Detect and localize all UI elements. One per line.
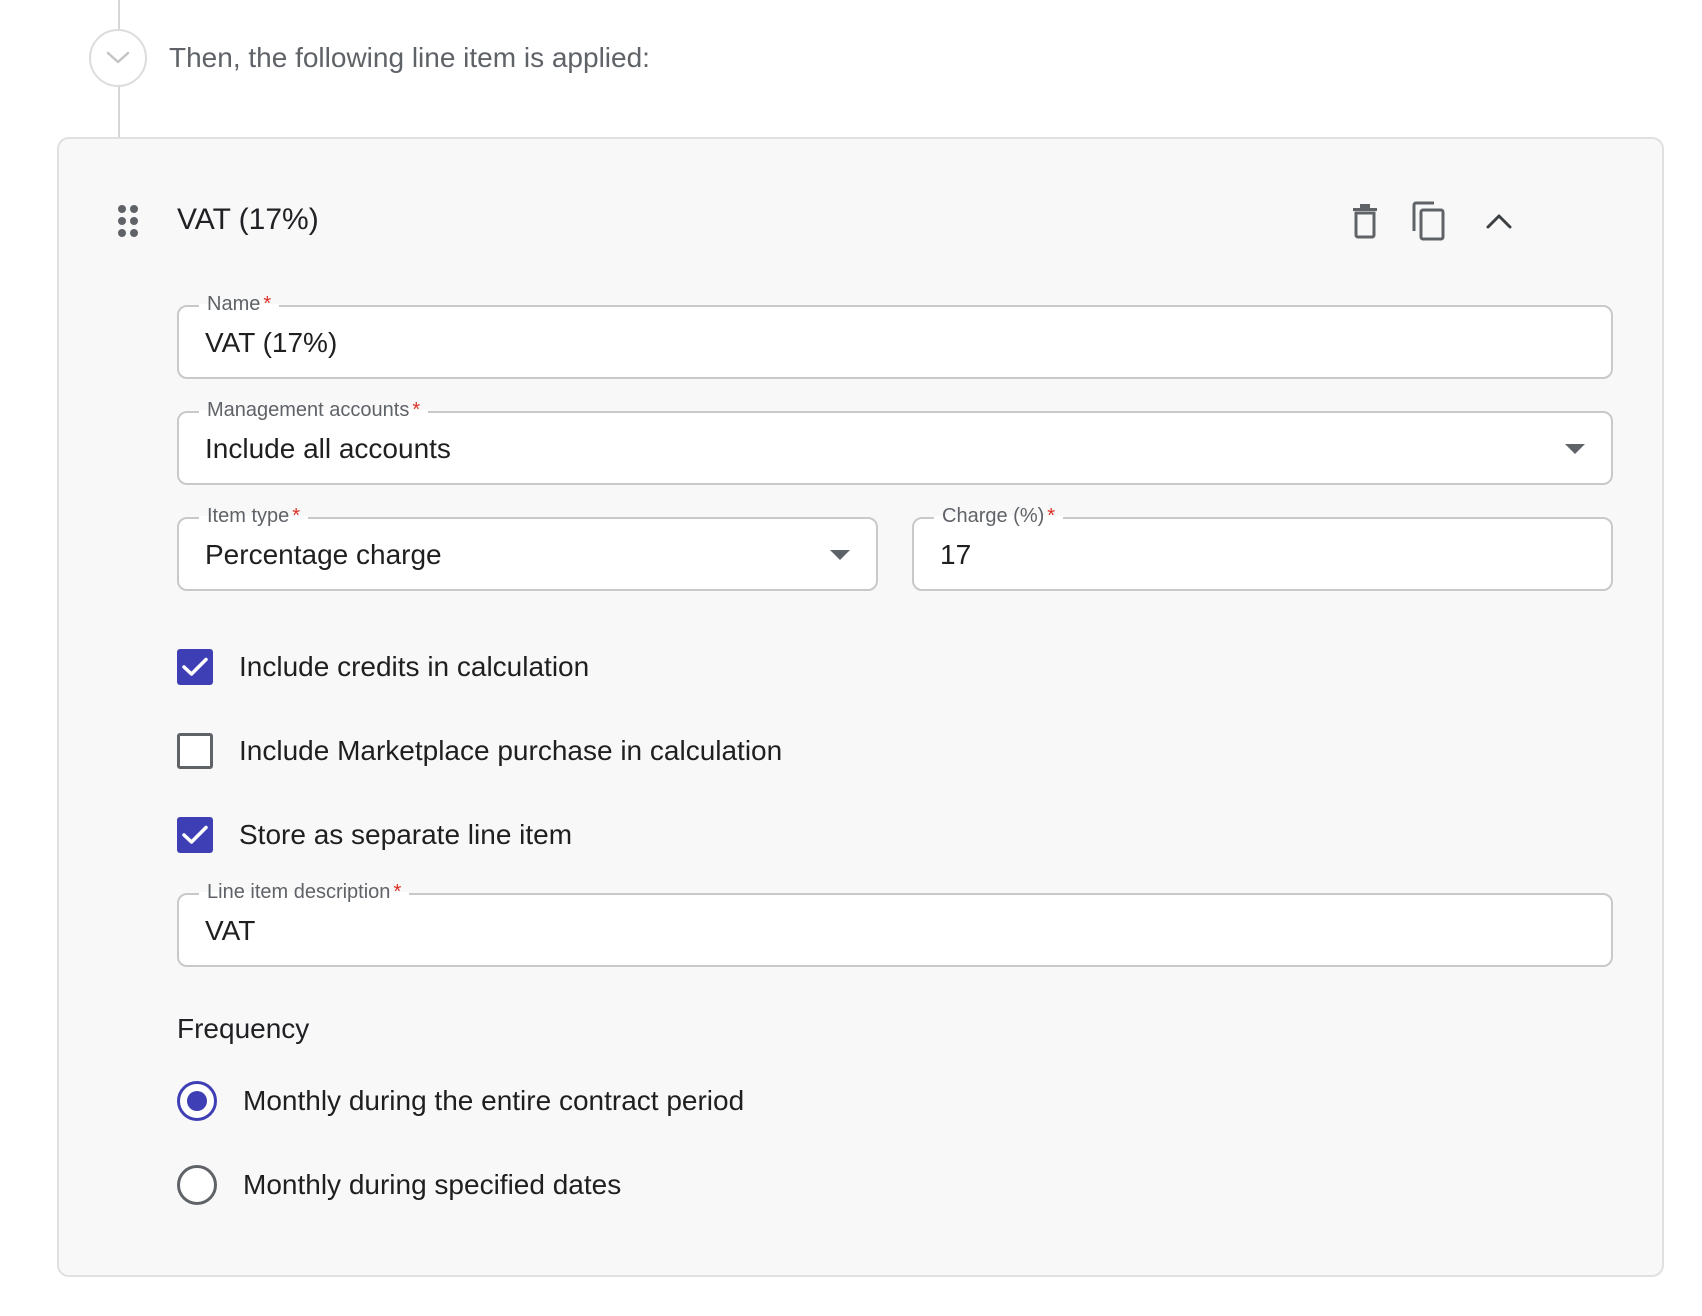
item-type-label-text: Item type: [207, 505, 290, 527]
collapse-button[interactable]: [1475, 197, 1523, 245]
include-credits-checkbox[interactable]: [177, 649, 213, 685]
line-item-description-label: Line item description *: [199, 878, 410, 906]
required-marker: *: [412, 399, 421, 421]
line-item-description-input[interactable]: VAT: [205, 913, 255, 949]
drag-handle-icon[interactable]: [115, 203, 141, 239]
required-marker: *: [1047, 505, 1056, 527]
line-item-description-label-text: Line item description: [207, 881, 391, 903]
item-type-value: Percentage charge: [205, 539, 442, 570]
line-item-step: Then, the following line item is applied…: [0, 0, 1702, 1316]
store-separate-line-item-checkbox-row[interactable]: Store as separate line item: [177, 815, 572, 855]
name-field[interactable]: Name * VAT (17%): [177, 290, 1613, 379]
duplicate-button[interactable]: [1404, 197, 1452, 245]
charge-percent-label-text: Charge (%): [942, 505, 1045, 527]
step-indicator[interactable]: [89, 29, 147, 87]
name-label: Name *: [199, 290, 280, 318]
required-marker: *: [393, 881, 402, 903]
frequency-specified-dates-label: Monthly during specified dates: [243, 1169, 622, 1200]
frequency-heading: Frequency: [177, 1013, 310, 1044]
trash-icon: [1353, 204, 1377, 239]
copy-icon: [1412, 201, 1445, 241]
item-type-label: Item type *: [199, 502, 309, 530]
include-credits-checkbox-row[interactable]: Include credits in calculation: [177, 647, 589, 687]
management-accounts-value: Include all accounts: [205, 433, 451, 464]
line-item-card: VAT (17%) Name * VAT (17%) Management ac…: [57, 137, 1664, 1277]
include-marketplace-label: Include Marketplace purchase in calculat…: [239, 735, 783, 766]
management-accounts-select[interactable]: Management accounts * Include all account…: [177, 396, 1613, 485]
include-marketplace-checkbox-row[interactable]: Include Marketplace purchase in calculat…: [177, 731, 782, 771]
checkmark-icon: [182, 825, 208, 844]
frequency-option-entire-period[interactable]: Monthly during the entire contract perio…: [177, 1081, 744, 1121]
line-item-description-field[interactable]: Line item description * VAT: [177, 878, 1613, 967]
frequency-specified-dates-radio[interactable]: [177, 1165, 217, 1205]
item-type-select[interactable]: Item type * Percentage charge: [177, 502, 878, 591]
timeline-connector: [118, 87, 120, 137]
required-marker: *: [263, 293, 272, 315]
charge-percent-field[interactable]: Charge (%) * 17: [912, 502, 1613, 591]
frequency-entire-period-label: Monthly during the entire contract perio…: [243, 1085, 745, 1116]
store-separate-line-item-label: Store as separate line item: [239, 819, 573, 850]
checkmark-icon: [182, 657, 208, 676]
chevron-up-icon: [1486, 214, 1512, 229]
name-label-text: Name: [207, 293, 261, 315]
include-credits-label: Include credits in calculation: [239, 651, 590, 682]
include-marketplace-checkbox[interactable]: [177, 733, 213, 769]
delete-button[interactable]: [1341, 197, 1389, 245]
required-marker: *: [292, 505, 301, 527]
timeline-connector: [118, 0, 120, 29]
dropdown-arrow-icon: [1565, 444, 1585, 454]
name-input[interactable]: VAT (17%): [205, 325, 337, 361]
management-accounts-label-text: Management accounts: [207, 399, 410, 421]
radio-dot: [187, 1091, 207, 1111]
store-separate-line-item-checkbox[interactable]: [177, 817, 213, 853]
dropdown-arrow-icon: [830, 550, 850, 560]
line-item-title: VAT (17%): [177, 203, 319, 236]
chevron-down-icon: [106, 51, 130, 64]
management-accounts-label: Management accounts *: [199, 396, 429, 424]
step-description: Then, the following line item is applied…: [169, 42, 650, 73]
frequency-entire-period-radio[interactable]: [177, 1081, 217, 1121]
frequency-option-specified-dates[interactable]: Monthly during specified dates: [177, 1165, 621, 1205]
charge-percent-input[interactable]: 17: [940, 537, 971, 573]
charge-percent-label: Charge (%) *: [934, 502, 1064, 530]
